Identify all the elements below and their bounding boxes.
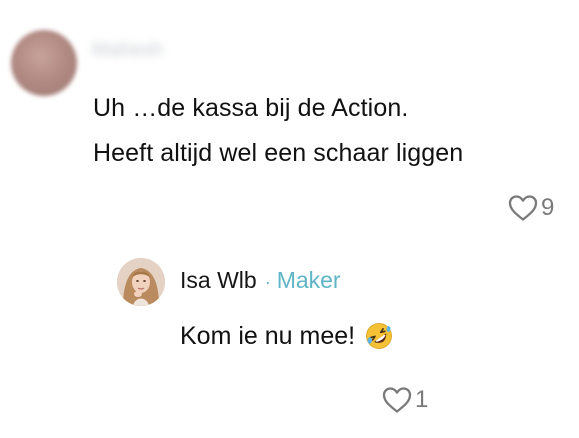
comment-line-1: Uh …de kassa bij de Action. xyxy=(93,94,409,122)
reply-text-content: Kom ie nu mee! xyxy=(180,322,356,350)
comment-like-button[interactable]: 9 xyxy=(508,194,554,222)
reply-author-name[interactable]: Isa Wlb xyxy=(180,267,257,294)
reply-like-button[interactable]: 1 xyxy=(382,386,428,414)
heart-icon xyxy=(508,195,538,221)
comment-line-2: Heeft altijd wel een schaar liggen xyxy=(93,139,464,167)
reply-avatar[interactable] xyxy=(117,258,165,306)
rolling-on-floor-laughing-icon xyxy=(366,323,392,349)
heart-icon xyxy=(382,387,412,413)
reply-avatar-photo xyxy=(117,258,165,306)
commenter-username[interactable]: Mahesh xyxy=(92,39,163,61)
comment-text: Uh …de kassa bij de Action. Heeft altijd… xyxy=(93,86,463,176)
reply-text: Kom ie nu mee! xyxy=(180,318,393,354)
reply-header: Isa Wlb · Maker xyxy=(180,267,341,294)
reply-like-count: 1 xyxy=(415,386,429,413)
maker-badge: Maker xyxy=(276,267,341,293)
reply-separator: · xyxy=(264,272,271,292)
comment-like-count: 9 xyxy=(541,194,555,221)
commenter-avatar[interactable] xyxy=(11,30,77,96)
